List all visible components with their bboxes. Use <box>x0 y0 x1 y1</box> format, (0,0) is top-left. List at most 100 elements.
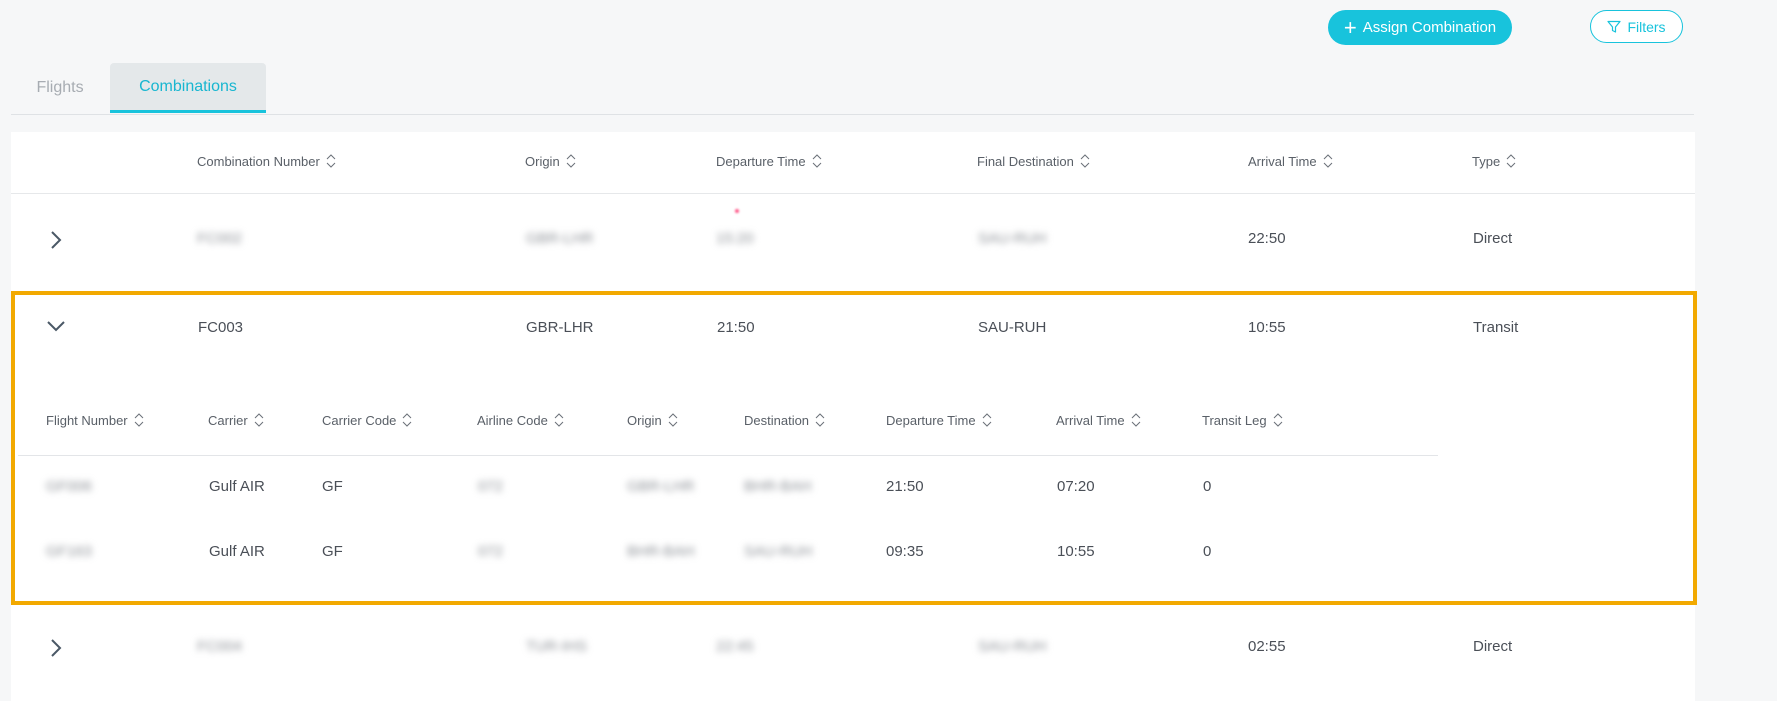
subcolumn-header-origin[interactable]: Origin <box>627 411 678 429</box>
carrier: Gulf AIR <box>209 543 265 560</box>
carrier: Gulf AIR <box>209 478 265 495</box>
filter-icon <box>1607 20 1622 33</box>
column-label: Final Destination <box>977 153 1074 169</box>
assign-combination-button[interactable]: + Assign Combination <box>1328 10 1512 45</box>
arrival-time: 07:20 <box>1057 478 1095 495</box>
column-header-origin[interactable]: Origin <box>525 152 576 170</box>
flight-row: GF006 Gulf AIR GF 072 GBR-LHR BHR-BAH 21… <box>0 470 1777 520</box>
flight-number: GF163 <box>46 543 92 560</box>
column-header-combination-number[interactable]: Combination Number <box>197 152 336 170</box>
type: Direct <box>1473 230 1513 247</box>
warning-dot <box>735 209 739 213</box>
sort-icon[interactable] <box>566 152 576 170</box>
carrier-code: GF <box>322 478 343 495</box>
departure-time: 22:45 <box>716 638 754 655</box>
column-label: Arrival Time <box>1056 412 1125 428</box>
flight-number: GF006 <box>46 478 92 495</box>
departure-time: 21:50 <box>717 319 755 336</box>
column-label: Airline Code <box>477 412 548 428</box>
column-label: Origin <box>525 153 560 169</box>
chevron-down-icon[interactable] <box>46 320 66 332</box>
sort-icon[interactable] <box>982 411 992 429</box>
departure-time: 21:50 <box>886 478 924 495</box>
subcolumn-header-flight-number[interactable]: Flight Number <box>46 411 144 429</box>
chevron-right-icon[interactable] <box>50 230 62 250</box>
filters-label: Filters <box>1627 18 1666 35</box>
subcolumn-header-arrival-time[interactable]: Arrival Time <box>1056 411 1141 429</box>
combination-number: FC003 <box>198 319 244 336</box>
flights-subtable-header: Flight Number Carrier Carrier Code Airli… <box>18 405 1438 456</box>
final-destination: SAU-RUH <box>978 638 1047 655</box>
sort-icon[interactable] <box>1131 411 1141 429</box>
origin: GBR-LHR <box>526 319 594 336</box>
transit-leg: 0 <box>1203 543 1212 560</box>
column-header-arrival-time[interactable]: Arrival Time <box>1248 152 1333 170</box>
column-label: Departure Time <box>716 153 806 169</box>
subcolumn-header-carrier-code[interactable]: Carrier Code <box>322 411 412 429</box>
column-header-departure-time[interactable]: Departure Time <box>716 152 822 170</box>
sort-icon[interactable] <box>668 411 678 429</box>
assign-combination-label: Assign Combination <box>1362 19 1497 36</box>
column-label: Origin <box>627 412 662 428</box>
sort-icon[interactable] <box>815 411 825 429</box>
airline-code: 072 <box>478 543 504 560</box>
tab-combinations[interactable]: Combinations <box>110 63 266 113</box>
subcolumn-header-airline-code[interactable]: Airline Code <box>477 411 564 429</box>
sort-icon[interactable] <box>254 411 264 429</box>
chevron-right-icon[interactable] <box>50 638 62 658</box>
column-label: Flight Number <box>46 412 128 428</box>
flight-row: GF163 Gulf AIR GF 072 BHR-BAH SAU-RUH 09… <box>0 535 1777 585</box>
origin: TUR-IHS <box>526 638 587 655</box>
airline-code: 072 <box>478 478 504 495</box>
tab-flights[interactable]: Flights <box>11 63 109 113</box>
plus-icon: + <box>1343 14 1357 40</box>
origin: GBR-LHR <box>627 478 695 495</box>
combination-number: FC004 <box>197 638 243 655</box>
type: Direct <box>1473 638 1513 655</box>
arrival-time: 02:55 <box>1248 638 1286 655</box>
origin: BHR-BAH <box>627 543 695 560</box>
subcolumn-header-destination[interactable]: Destination <box>744 411 825 429</box>
sort-icon[interactable] <box>402 411 412 429</box>
column-label: Type <box>1472 153 1501 169</box>
column-header-final-destination[interactable]: Final Destination <box>977 152 1090 170</box>
final-destination: SAU-RUH <box>978 319 1047 336</box>
arrival-time: 10:55 <box>1248 319 1286 336</box>
combination-number: FC002 <box>197 230 243 247</box>
destination: BHR-BAH <box>744 478 812 495</box>
sort-icon[interactable] <box>1080 152 1090 170</box>
table-row[interactable]: FC002 GBR-LHR 15:20 SAU-RUH 22:50 Direct <box>0 194 1777 290</box>
column-label: Arrival Time <box>1248 153 1317 169</box>
table-row[interactable]: FC004 TUR-IHS 22:45 SAU-RUH 02:55 Direct <box>0 612 1777 682</box>
sort-icon[interactable] <box>326 152 336 170</box>
carrier-code: GF <box>322 543 343 560</box>
column-label: Carrier <box>208 412 248 428</box>
sort-icon[interactable] <box>812 152 822 170</box>
sort-icon[interactable] <box>1323 152 1333 170</box>
column-label: Carrier Code <box>322 412 397 428</box>
sort-icon[interactable] <box>554 411 564 429</box>
sort-icon[interactable] <box>1506 152 1516 170</box>
arrival-time: 22:50 <box>1248 230 1286 247</box>
column-label: Destination <box>744 412 810 428</box>
destination: SAU-RUH <box>744 543 813 560</box>
subcolumn-header-carrier[interactable]: Carrier <box>208 411 264 429</box>
final-destination: SAU-RUH <box>978 230 1047 247</box>
arrival-time: 10:55 <box>1057 543 1095 560</box>
sort-icon[interactable] <box>134 411 144 429</box>
subcolumn-header-departure-time[interactable]: Departure Time <box>886 411 992 429</box>
subcolumn-header-transit-leg[interactable]: Transit Leg <box>1202 411 1283 429</box>
tab-bar: Flights Combinations <box>11 63 1694 115</box>
departure-time: 09:35 <box>886 543 924 560</box>
column-label: Departure Time <box>886 412 976 428</box>
column-label: Transit Leg <box>1202 412 1267 428</box>
origin: GBR-LHR <box>526 230 594 247</box>
table-header: Combination Number Origin Departure Time… <box>11 132 1695 194</box>
type: Transit <box>1473 319 1519 336</box>
sort-icon[interactable] <box>1273 411 1283 429</box>
filters-button[interactable]: Filters <box>1590 10 1683 43</box>
transit-leg: 0 <box>1203 478 1212 495</box>
column-header-type[interactable]: Type <box>1472 152 1516 170</box>
departure-time: 15:20 <box>716 230 754 247</box>
table-row-expanded[interactable]: FC003 GBR-LHR 21:50 SAU-RUH 10:55 Transi… <box>0 300 1777 360</box>
